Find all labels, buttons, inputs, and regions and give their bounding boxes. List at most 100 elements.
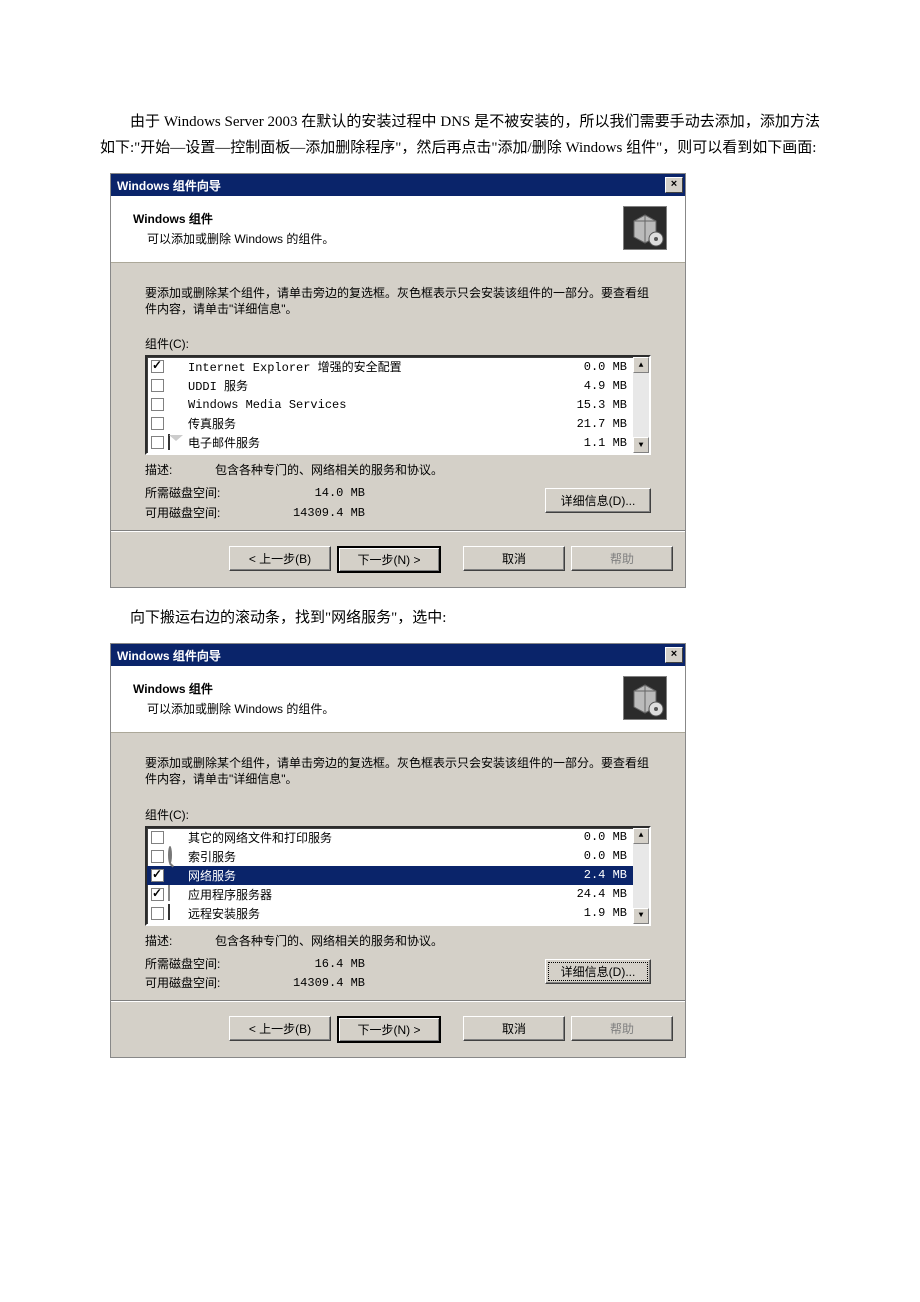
header-title: Windows 组件 — [133, 210, 623, 227]
item-label: 远程安装服务 — [188, 905, 557, 922]
back-button[interactable]: < 上一步(B) — [229, 546, 331, 571]
list-item[interactable]: UDDI 服务4.9 MB — [147, 376, 633, 395]
item-label: Internet Explorer 增强的安全配置 — [188, 358, 557, 375]
components-listbox[interactable]: Internet Explorer 增强的安全配置0.0 MBUDDI 服务4.… — [145, 355, 651, 455]
titlebar: Windows 组件向导 × — [111, 174, 685, 196]
instruction-text: 要添加或删除某个组件，请单击旁边的复选框。灰色框表示只会安装该组件的一部分。要查… — [145, 755, 651, 787]
item-label: 传真服务 — [188, 415, 557, 432]
next-button[interactable]: 下一步(N) > — [337, 1016, 441, 1043]
item-label: Windows Media Services — [188, 398, 557, 412]
available-space-value: 14309.4 MB — [245, 974, 425, 993]
wizard-header: Windows 组件 可以添加或删除 Windows 的组件。 — [111, 196, 685, 263]
item-size: 15.3 MB — [557, 398, 627, 412]
item-size: 0.0 MB — [557, 849, 627, 863]
item-label: UDDI 服务 — [188, 377, 557, 394]
header-subtitle: 可以添加或删除 Windows 的组件。 — [133, 230, 623, 247]
description-text: 包含各种专门的、网络相关的服务和协议。 — [215, 461, 443, 478]
item-label: 应用程序服务器 — [188, 886, 557, 903]
checkbox[interactable] — [151, 831, 164, 844]
list-item[interactable]: 传真服务21.7 MB — [147, 414, 633, 433]
window-title: Windows 组件向导 — [117, 177, 221, 194]
mail-icon — [168, 435, 184, 451]
item-size: 0.0 MB — [557, 360, 627, 374]
back-button[interactable]: < 上一步(B) — [229, 1016, 331, 1041]
checkbox[interactable] — [151, 436, 164, 449]
details-button[interactable]: 详细信息(D)... — [545, 488, 651, 513]
wizard-button-row: < 上一步(B) 下一步(N) > 取消 帮助 — [111, 1001, 685, 1057]
checkbox[interactable] — [151, 379, 164, 392]
scrollbar[interactable]: ▲ ▼ — [633, 357, 649, 453]
item-label: 其它的网络文件和打印服务 — [188, 829, 557, 846]
app-icon — [168, 886, 184, 902]
details-button[interactable]: 详细信息(D)... — [545, 959, 651, 984]
cancel-button[interactable]: 取消 — [463, 1016, 565, 1041]
instruction-text: 要添加或删除某个组件，请单击旁边的复选框。灰色框表示只会安装该组件的一部分。要查… — [145, 285, 651, 317]
item-label: 索引服务 — [188, 848, 557, 865]
close-icon[interactable]: × — [665, 647, 683, 663]
item-size: 0.0 MB — [557, 830, 627, 844]
checkbox[interactable] — [151, 417, 164, 430]
net-icon — [168, 867, 184, 883]
description-label: 描述: — [145, 461, 215, 478]
required-space-value: 14.0 MB — [245, 484, 425, 503]
item-size: 1.9 MB — [557, 906, 627, 920]
package-icon — [623, 676, 667, 720]
wizard-dialog-1: Windows 组件向导 × Windows 组件 可以添加或删除 Window… — [110, 173, 686, 588]
header-subtitle: 可以添加或删除 Windows 的组件。 — [133, 700, 623, 717]
scrollbar[interactable]: ▲ ▼ — [633, 828, 649, 924]
required-space-label: 所需磁盘空间: — [145, 484, 245, 503]
checkbox[interactable] — [151, 850, 164, 863]
window-title: Windows 组件向导 — [117, 647, 221, 664]
list-item[interactable]: 网络服务2.4 MB — [147, 866, 633, 885]
item-size: 1.1 MB — [557, 436, 627, 450]
item-size: 21.7 MB — [557, 417, 627, 431]
description-label: 描述: — [145, 932, 215, 949]
item-size: 24.4 MB — [557, 887, 627, 901]
components-label: 组件(C): — [145, 335, 651, 352]
list-item[interactable]: Windows Media Services15.3 MB — [147, 395, 633, 414]
globe-icon — [168, 378, 184, 394]
wizard-button-row: < 上一步(B) 下一步(N) > 取消 帮助 — [111, 531, 685, 587]
required-space-value: 16.4 MB — [245, 955, 425, 974]
fax-icon — [168, 416, 184, 432]
intro-paragraph-2: 向下搬运右边的滚动条，找到"网络服务"，选中: — [100, 606, 820, 632]
checkbox[interactable] — [151, 888, 164, 901]
wmp-icon — [168, 397, 184, 413]
scroll-down-icon[interactable]: ▼ — [633, 437, 649, 453]
item-label: 电子邮件服务 — [188, 434, 557, 451]
list-item[interactable]: 电子邮件服务1.1 MB — [147, 433, 633, 452]
scroll-up-icon[interactable]: ▲ — [633, 357, 649, 373]
list-item[interactable]: 索引服务0.0 MB — [147, 847, 633, 866]
list-item[interactable]: Internet Explorer 增强的安全配置0.0 MB — [147, 357, 633, 376]
available-space-label: 可用磁盘空间: — [145, 504, 245, 523]
list-item[interactable]: 应用程序服务器24.4 MB — [147, 885, 633, 904]
checkbox[interactable] — [151, 360, 164, 373]
list-item[interactable]: 远程安装服务1.9 MB — [147, 904, 633, 923]
available-space-value: 14309.4 MB — [245, 504, 425, 523]
checkbox[interactable] — [151, 398, 164, 411]
scroll-up-icon[interactable]: ▲ — [633, 828, 649, 844]
components-label: 组件(C): — [145, 806, 651, 823]
components-listbox[interactable]: 其它的网络文件和打印服务0.0 MB索引服务0.0 MB网络服务2.4 MB应用… — [145, 826, 651, 926]
item-size: 4.9 MB — [557, 379, 627, 393]
ie-icon — [168, 359, 184, 375]
package-icon — [623, 206, 667, 250]
wizard-header: Windows 组件 可以添加或删除 Windows 的组件。 — [111, 666, 685, 733]
list-item[interactable]: 其它的网络文件和打印服务0.0 MB — [147, 828, 633, 847]
folder-icon — [168, 829, 184, 845]
intro-paragraph-1: 由于 Windows Server 2003 在默认的安装过程中 DNS 是不被… — [100, 110, 820, 161]
scroll-down-icon[interactable]: ▼ — [633, 908, 649, 924]
checkbox[interactable] — [151, 907, 164, 920]
checkbox[interactable] — [151, 869, 164, 882]
description-text: 包含各种专门的、网络相关的服务和协议。 — [215, 932, 443, 949]
wizard-dialog-2: Windows 组件向导 × Windows 组件 可以添加或删除 Window… — [110, 643, 686, 1058]
help-button[interactable]: 帮助 — [571, 546, 673, 571]
next-button[interactable]: 下一步(N) > — [337, 546, 441, 573]
close-icon[interactable]: × — [665, 177, 683, 193]
help-button[interactable]: 帮助 — [571, 1016, 673, 1041]
item-label: 网络服务 — [188, 867, 557, 884]
titlebar: Windows 组件向导 × — [111, 644, 685, 666]
required-space-label: 所需磁盘空间: — [145, 955, 245, 974]
cancel-button[interactable]: 取消 — [463, 546, 565, 571]
item-size: 2.4 MB — [557, 868, 627, 882]
